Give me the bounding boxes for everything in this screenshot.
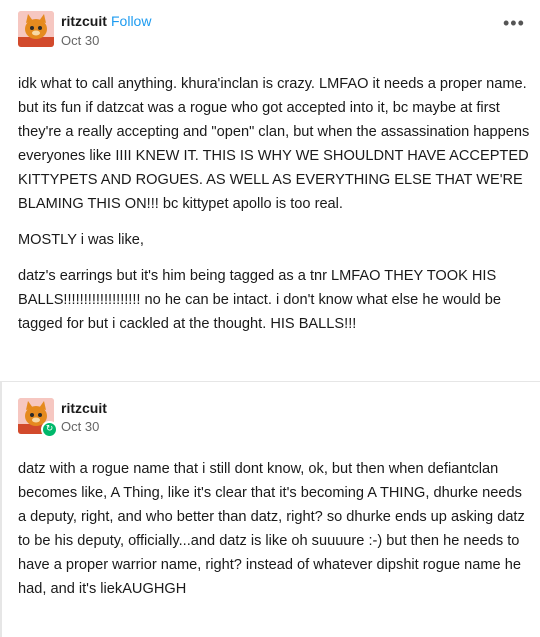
post-body: idk what to call anything. khura'inclan … (18, 72, 534, 348)
post-body: datz with a rogue name that i still dont… (18, 457, 534, 613)
reblog-thread-line (0, 381, 2, 637)
username[interactable]: ritzcuit (61, 400, 107, 416)
avatar[interactable] (18, 11, 54, 47)
reblog-divider (0, 381, 540, 382)
cat-avatar-icon (18, 11, 54, 47)
post-paragraph: idk what to call anything. khura'inclan … (18, 76, 530, 212)
post-paragraph: MOSTLY i was like, (18, 232, 144, 248)
post-date[interactable]: Oct 30 (61, 33, 99, 48)
follow-button[interactable]: Follow (111, 13, 151, 29)
more-options-icon[interactable]: ••• (503, 14, 525, 32)
reblog-badge-icon: ↻ (41, 421, 58, 438)
post-paragraph: datz's earrings but it's him being tagge… (18, 268, 502, 332)
post-paragraph: datz with a rogue name that i still dont… (18, 461, 525, 597)
post-date[interactable]: Oct 30 (61, 419, 99, 434)
username[interactable]: ritzcuit (61, 13, 107, 29)
